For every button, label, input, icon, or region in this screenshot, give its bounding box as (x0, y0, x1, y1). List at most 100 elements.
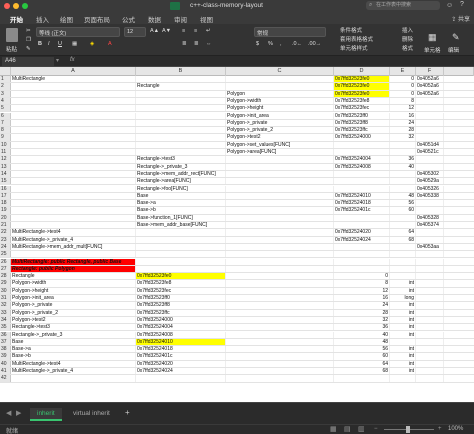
cell-e[interactable]: long (390, 295, 416, 302)
cell-f[interactable]: 0x4052a6 (416, 76, 444, 83)
row-header[interactable]: 12 (0, 156, 11, 163)
cell-d[interactable] (334, 243, 390, 251)
cell-d[interactable]: 60 (334, 353, 390, 360)
tab-home[interactable]: 开始 (10, 14, 23, 24)
cell-e[interactable]: int (390, 331, 416, 338)
cell-b[interactable]: 0x7ffd3252401c (136, 353, 226, 360)
row-header[interactable]: 31 (0, 295, 11, 302)
cell-e[interactable]: 48 (390, 192, 416, 200)
cell-c[interactable] (226, 287, 334, 294)
row-header[interactable]: 5 (0, 105, 11, 112)
cell-d[interactable]: 0x7ffd32523ffc (334, 127, 390, 134)
cell-f[interactable]: 0x4052a6 (416, 83, 444, 90)
cell-d[interactable]: 0x7ffd32524008 (334, 163, 390, 170)
cell-d[interactable]: 0x7ffd32523fe0 (334, 83, 390, 90)
row-header[interactable]: 15 (0, 178, 11, 185)
cell-b[interactable]: Rectangle->mem_addr_rect[FUNC] (136, 170, 226, 178)
cell-f[interactable]: 0x405302 (416, 170, 444, 178)
cell-c[interactable] (226, 207, 334, 214)
cell-f[interactable]: 0x405328 (416, 214, 444, 221)
row-header[interactable]: 22 (0, 229, 11, 236)
cell-e[interactable] (390, 149, 416, 156)
row-header[interactable]: 10 (0, 141, 11, 148)
cell-d[interactable]: 68 (334, 368, 390, 375)
comma-style-icon[interactable]: , (280, 41, 282, 47)
cell-e[interactable]: 60 (390, 207, 416, 214)
cell-a[interactable] (11, 200, 136, 207)
cell-e[interactable]: int (390, 353, 416, 360)
cell-c[interactable]: Polygon->area[FUNC] (226, 149, 334, 156)
cell-c[interactable] (226, 375, 334, 382)
cell-c[interactable] (226, 156, 334, 163)
row-header[interactable]: 30 (0, 287, 11, 294)
cell-a[interactable] (11, 127, 136, 134)
row-header[interactable]: 9 (0, 134, 11, 141)
cell-d[interactable]: 32 (334, 316, 390, 324)
cell-b[interactable]: Rectangle->foo[FUNC] (136, 185, 226, 192)
cell-d[interactable]: 0x7ffd32524000 (334, 134, 390, 141)
format-painter-icon[interactable]: ✎ (26, 46, 31, 52)
align-top-icon[interactable]: ≡ (182, 28, 185, 34)
cell-a[interactable] (11, 192, 136, 200)
row-header[interactable]: 21 (0, 222, 11, 229)
cell-a[interactable]: Rectangle->test3 (11, 324, 136, 331)
cell-a[interactable]: MultiRectangle->mem_addr_mult[FUNC] (11, 243, 136, 251)
underline-button[interactable]: U (58, 41, 62, 47)
cell-c[interactable] (226, 368, 334, 375)
cell-c[interactable]: Polygon->init_area (226, 112, 334, 119)
user-icon[interactable]: ☺ (446, 2, 453, 9)
cell-d[interactable]: 0x7ffd32523ff8 (334, 119, 390, 127)
cell-e[interactable] (390, 251, 416, 258)
cell-f[interactable] (416, 258, 444, 265)
cell-e[interactable] (390, 338, 416, 346)
cell-a[interactable]: Base->b (11, 353, 136, 360)
cell-c[interactable] (226, 316, 334, 324)
font-name-select[interactable]: 等线 (正文) (36, 27, 120, 37)
cell-a[interactable] (11, 251, 136, 258)
cell-e[interactable]: int (390, 316, 416, 324)
cell-b[interactable]: 0x7ffd32524020 (136, 360, 226, 367)
sheet-search-input[interactable]: ⌕ 在工作表中搜索 (366, 1, 440, 10)
cell-e[interactable]: 0 (390, 90, 416, 97)
cell-b[interactable]: 0x7ffd32524010 (136, 338, 226, 346)
cell-c[interactable] (226, 353, 334, 360)
cell-d[interactable]: 0x7ffd32524020 (334, 229, 390, 236)
row-header[interactable]: 20 (0, 214, 11, 221)
cell-c[interactable] (226, 236, 334, 243)
cell-c[interactable] (226, 302, 334, 309)
row-header[interactable]: 42 (0, 375, 11, 382)
conditional-format-button[interactable]: 条件格式 (340, 26, 362, 34)
cell-b[interactable] (136, 76, 226, 83)
row-header[interactable]: 37 (0, 338, 11, 346)
cell-e[interactable]: int (390, 324, 416, 331)
cell-d[interactable] (334, 178, 390, 185)
cell-c[interactable] (226, 192, 334, 200)
share-button[interactable]: ⇪ 共享 (451, 14, 470, 23)
editing-icon[interactable]: ✎ (452, 32, 460, 43)
cell-f[interactable] (416, 112, 444, 119)
tab-data[interactable]: 数据 (148, 14, 161, 24)
cell-c[interactable] (226, 338, 334, 346)
cell-c[interactable] (226, 324, 334, 331)
row-header[interactable]: 4 (0, 97, 11, 105)
row-header[interactable]: 24 (0, 243, 11, 251)
decrease-font-icon[interactable]: A▼ (162, 28, 171, 34)
row-header[interactable]: 40 (0, 360, 11, 367)
row-header[interactable]: 36 (0, 331, 11, 338)
cell-d[interactable] (334, 265, 390, 273)
format-as-table-button[interactable]: 套用表格格式 (340, 35, 373, 43)
align-middle-icon[interactable]: ≡ (194, 28, 197, 34)
cell-d[interactable] (334, 141, 390, 148)
cell-f[interactable] (416, 346, 444, 353)
cell-a[interactable]: MultiRectangle->_private_4 (11, 368, 136, 375)
cell-f[interactable] (416, 302, 444, 309)
cell-e[interactable]: int (390, 302, 416, 309)
cell-f[interactable]: 0x40529a (416, 178, 444, 185)
cell-a[interactable] (11, 170, 136, 178)
cell-d[interactable]: 24 (334, 302, 390, 309)
cell-c[interactable] (226, 360, 334, 367)
row-header[interactable]: 18 (0, 200, 11, 207)
cell-a[interactable]: Polygon->test2 (11, 316, 136, 324)
cell-a[interactable]: Polygon->height (11, 287, 136, 294)
cell-c[interactable] (226, 346, 334, 353)
